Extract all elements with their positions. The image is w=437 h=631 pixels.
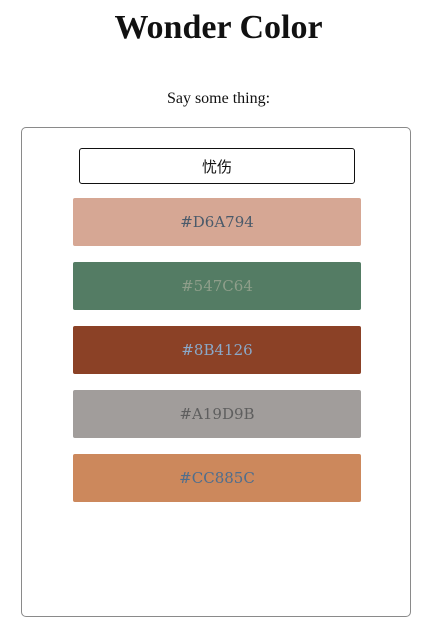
mood-text-input[interactable] [79, 148, 355, 184]
prompt-label: Say some thing: [166, 90, 271, 107]
app-title: Wonder Color [114, 9, 323, 46]
color-swatch[interactable]: #CC885C [73, 454, 361, 502]
color-swatch[interactable]: #D6A794 [73, 198, 361, 246]
color-swatch-list: #D6A794 #547C64 #8B4126 #A19D9B #CC885C [73, 198, 361, 518]
color-swatch[interactable]: #8B4126 [73, 326, 361, 374]
color-swatch[interactable]: #547C64 [73, 262, 361, 310]
color-swatch[interactable]: #A19D9B [73, 390, 361, 438]
color-panel: #D6A794 #547C64 #8B4126 #A19D9B #CC885C [21, 127, 411, 617]
